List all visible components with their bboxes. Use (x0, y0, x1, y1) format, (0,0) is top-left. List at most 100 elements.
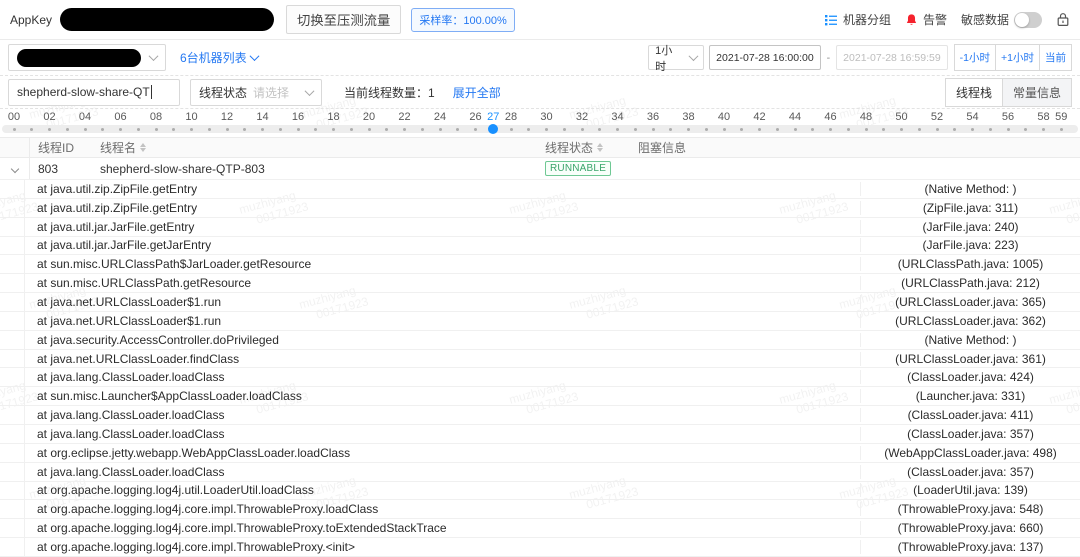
timeline-dot[interactable] (30, 127, 34, 131)
col-thread-name[interactable]: 线程名 (92, 139, 537, 156)
timeline-dot[interactable] (154, 127, 158, 131)
timeline-minute-label-46[interactable]: 46 (818, 111, 844, 123)
timeline-minute-label-44[interactable]: 44 (782, 111, 808, 123)
timeline-dot[interactable] (864, 127, 868, 131)
alert-button[interactable]: 告警 (905, 11, 947, 28)
timeline-minute-label-08[interactable]: 08 (143, 111, 169, 123)
timeline-minute-label-50[interactable]: 50 (889, 111, 915, 123)
timeline-dot[interactable] (1024, 127, 1028, 131)
timeline-minute-label-54[interactable]: 54 (960, 111, 986, 123)
timeline-dot[interactable] (278, 127, 282, 131)
switch-pressure-traffic-button[interactable]: 切换至压测流量 (286, 5, 402, 34)
timeline-dot[interactable] (633, 127, 637, 131)
timeline-dot[interactable] (190, 127, 193, 131)
timeline-minute-label-20[interactable]: 20 (356, 111, 382, 123)
timeline-dot[interactable] (225, 127, 229, 131)
timeline-dot[interactable] (882, 127, 886, 131)
timeline-dot[interactable] (687, 127, 690, 131)
timeline-minute-label-18[interactable]: 18 (321, 111, 347, 123)
timeline-dot[interactable] (669, 127, 673, 131)
timeline-dot[interactable] (758, 127, 761, 131)
timeline-minute-label-40[interactable]: 40 (711, 111, 737, 123)
timeline-minute-label-36[interactable]: 36 (640, 111, 666, 123)
timeline-dot[interactable] (136, 127, 140, 131)
timeline-dot[interactable] (988, 127, 992, 131)
timeline-dot[interactable] (616, 127, 619, 131)
timeline-dot[interactable] (367, 127, 371, 131)
timeline-dot[interactable] (403, 127, 406, 131)
machine-select[interactable] (8, 44, 166, 71)
timeline-dot[interactable] (722, 127, 726, 131)
timeline-dot[interactable] (385, 127, 389, 131)
expand-all-link[interactable]: 展开全部 (453, 84, 501, 101)
col-thread-id[interactable]: 线程ID (30, 139, 92, 156)
timeline-dot[interactable] (971, 127, 974, 131)
timeline-dot[interactable] (527, 127, 531, 131)
timeline-minute-label-10[interactable]: 10 (179, 111, 205, 123)
thread-row[interactable]: 803 shepherd-slow-share-QTP-803 RUNNABLE (0, 158, 1080, 180)
timeline-dot[interactable] (704, 127, 708, 131)
timeline-dot[interactable] (48, 127, 51, 131)
timeline-dot[interactable] (207, 127, 211, 131)
timeline-minute-label-16[interactable]: 16 (285, 111, 311, 123)
timeline-dot[interactable] (65, 127, 69, 131)
timeline-minute-label-42[interactable]: 42 (747, 111, 773, 123)
timeline-dot[interactable] (775, 127, 779, 131)
thread-name-input[interactable]: shepherd-slow-share-QT (8, 78, 180, 106)
timeline-dot[interactable] (261, 127, 264, 131)
timeline-minute-label-14[interactable]: 14 (250, 111, 276, 123)
timeline-dot[interactable] (598, 127, 602, 131)
timeline-minute-label-24[interactable]: 24 (427, 111, 453, 123)
timeline-dot[interactable] (829, 127, 832, 131)
timeline-dot[interactable] (349, 127, 353, 131)
timeline-dot[interactable] (580, 127, 584, 131)
timeline-dot[interactable] (917, 127, 921, 131)
start-time-input[interactable]: 2021-07-28 16:00:00 (709, 45, 821, 70)
timeline-dot[interactable] (12, 127, 16, 131)
duration-select[interactable]: 1小时 (648, 45, 705, 73)
timeline-minute-label-04[interactable]: 04 (72, 111, 98, 123)
timeline-dot[interactable] (846, 127, 850, 131)
plus-one-hour-button[interactable]: +1小时 (996, 44, 1040, 71)
timeline-dot[interactable] (740, 127, 744, 131)
sort-icon[interactable] (140, 143, 147, 152)
tab-thread-stack[interactable]: 线程栈 (944, 77, 1003, 107)
minus-one-hour-button[interactable]: -1小时 (953, 44, 997, 71)
timeline-dot[interactable] (562, 127, 566, 131)
timeline-dot[interactable] (314, 127, 318, 131)
collapse-row-icon[interactable] (10, 164, 19, 173)
timeline-dot[interactable] (651, 127, 655, 131)
col-thread-state[interactable]: 线程状态 (537, 139, 630, 156)
end-time-input[interactable]: 2021-07-28 16:59:59 (836, 45, 948, 70)
timeline-minute-label-38[interactable]: 38 (676, 111, 702, 123)
timeline-minute-label-22[interactable]: 22 (392, 111, 418, 123)
tab-constant-info[interactable]: 常量信息 (1002, 77, 1072, 107)
timeline-minute-label-56[interactable]: 56 (995, 111, 1021, 123)
timeline-dot[interactable] (900, 127, 903, 131)
lock-icon[interactable] (1056, 12, 1070, 27)
timeline-minute-label-48[interactable]: 48 (853, 111, 879, 123)
timeline-dot[interactable] (83, 127, 87, 131)
timeline-dot[interactable] (953, 127, 957, 131)
timeline-dot[interactable] (1059, 127, 1063, 131)
timeline-dot[interactable] (935, 127, 939, 131)
timeline-dot[interactable] (119, 127, 122, 131)
timeline-minute-label-06[interactable]: 06 (108, 111, 134, 123)
timeline-dot[interactable] (296, 127, 300, 131)
timeline-dot[interactable] (243, 127, 247, 131)
timeline-dot[interactable] (474, 127, 477, 131)
timeline-dot[interactable] (1006, 127, 1010, 131)
timeline-dot[interactable] (172, 127, 176, 131)
timeline-minute-label-02[interactable]: 02 (37, 111, 63, 123)
timeline-dot[interactable] (420, 127, 424, 131)
sort-icon[interactable] (597, 143, 604, 152)
machine-group-button[interactable]: 机器分组 (824, 11, 891, 28)
timeline-minute-label-59[interactable]: 59 (1048, 111, 1074, 123)
sensitive-data-toggle[interactable] (1014, 11, 1042, 28)
thread-state-select[interactable]: 线程状态 请选择 (190, 78, 322, 106)
now-button[interactable]: 当前 (1040, 44, 1072, 71)
timeline-minute-label-34[interactable]: 34 (605, 111, 631, 123)
timeline-dot[interactable] (101, 127, 105, 131)
timeline-minute-label-28[interactable]: 28 (498, 111, 524, 123)
timeline-dot[interactable] (793, 127, 797, 131)
